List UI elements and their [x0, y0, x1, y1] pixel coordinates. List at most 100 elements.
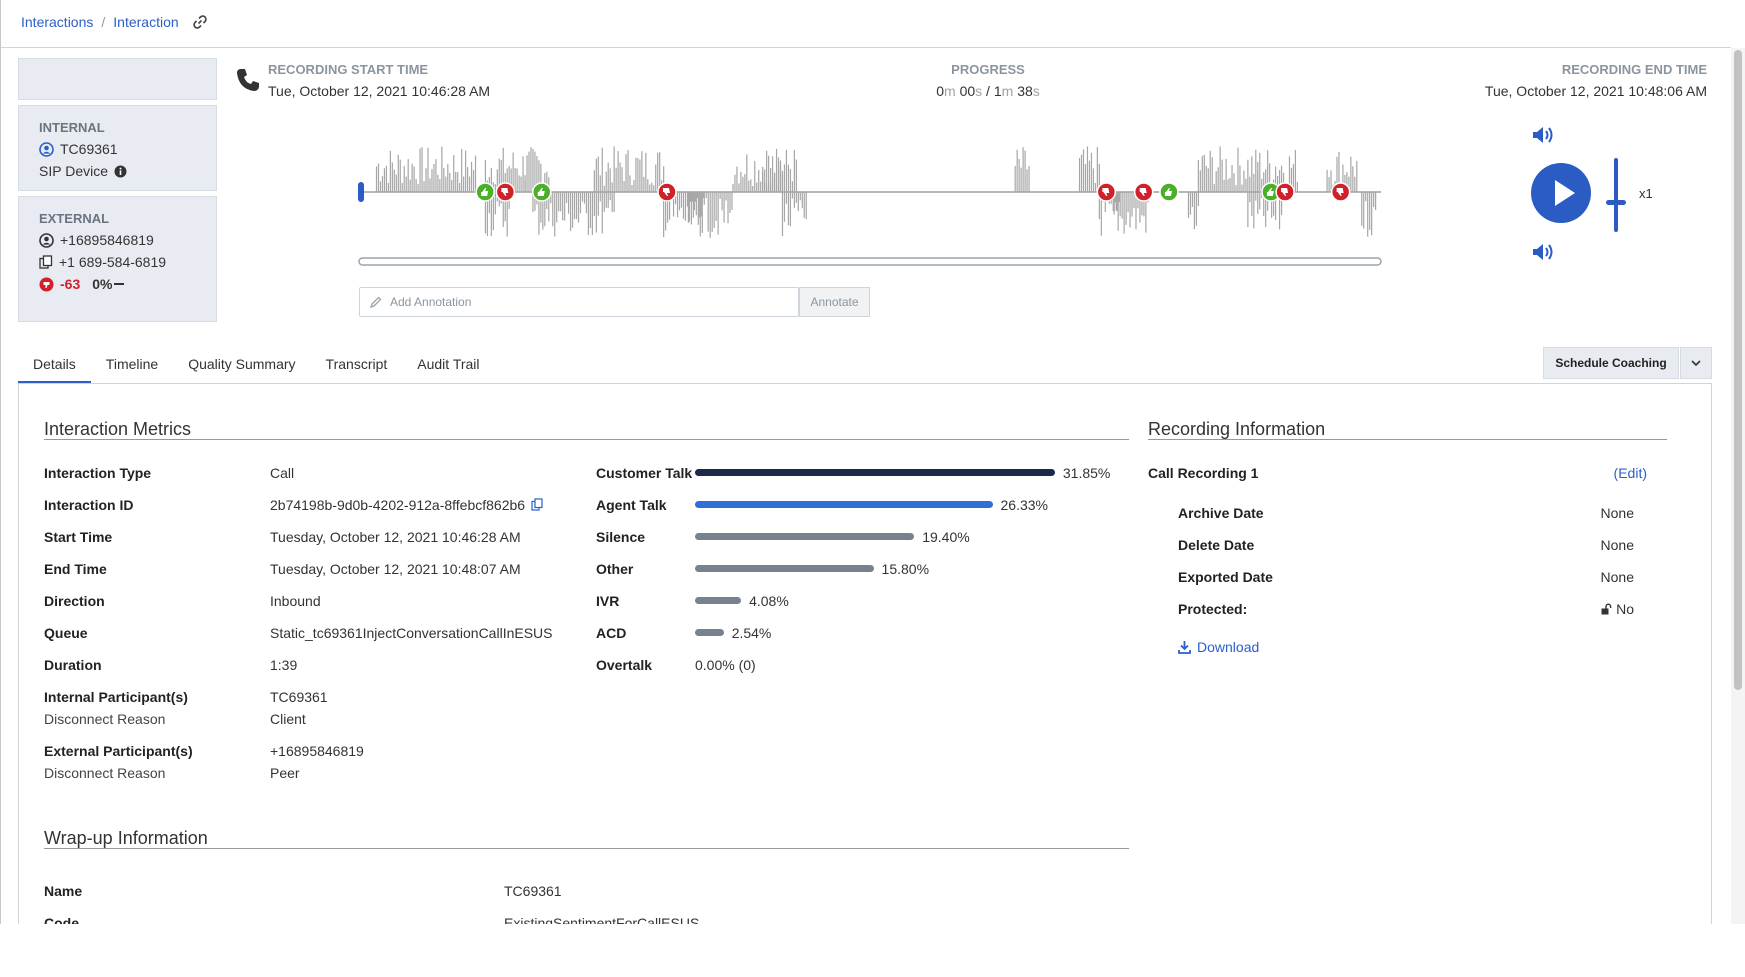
annotation-input[interactable]: Add Annotation	[359, 287, 799, 317]
talk-time-bar	[695, 469, 1055, 476]
positive-sentiment-marker[interactable]	[475, 182, 495, 202]
progress-m-unit: m	[944, 83, 956, 99]
playback-progress-bar[interactable]	[358, 257, 1382, 266]
download-link[interactable]: Download	[1178, 639, 1259, 655]
waveform-sample	[651, 182, 653, 192]
wrapup-label: Name	[44, 883, 83, 899]
bar-label: Customer Talk	[596, 465, 693, 481]
tab-quality-summary[interactable]: Quality Summary	[173, 350, 310, 384]
negative-sentiment-marker[interactable]	[1133, 182, 1154, 202]
recording-end-value: Tue, October 12, 2021 10:48:06 AM	[1484, 83, 1707, 99]
positive-sentiment-marker[interactable]	[531, 182, 552, 202]
waveform-sample	[791, 181, 793, 192]
waveform-sample	[532, 148, 534, 192]
waveform-sample	[631, 185, 633, 192]
waveform-sample	[621, 167, 623, 192]
info-icon[interactable]	[114, 165, 127, 178]
copy-id-icon[interactable]	[531, 498, 544, 511]
overtalk-value: 0.00% (0)	[695, 657, 756, 673]
waveform-sample	[1207, 168, 1209, 192]
bar-percent: 19.40%	[922, 529, 970, 545]
waveform-sample	[1239, 165, 1241, 192]
waveform-sample	[526, 155, 528, 192]
waveform-sample	[721, 192, 723, 211]
wrapup-value: ExistingSentimentForCallESUS	[504, 915, 700, 924]
waveform-sample	[1255, 149, 1257, 192]
recording-info-value: None	[1600, 569, 1634, 585]
negative-sentiment-marker[interactable]	[657, 182, 677, 202]
waveform-sample	[1247, 192, 1249, 228]
agent-volume-icon[interactable]	[1531, 124, 1555, 146]
waveform-sample	[601, 147, 603, 192]
waveform-sample	[699, 192, 701, 237]
talk-time-bar	[695, 629, 724, 636]
waveform-sample	[766, 150, 768, 192]
negative-sentiment-marker[interactable]	[1275, 182, 1295, 202]
tab-audit-trail[interactable]: Audit Trail	[402, 350, 494, 384]
header-divider	[1, 47, 1731, 48]
annotate-button[interactable]: Annotate	[799, 287, 870, 317]
waveform-sample	[1328, 177, 1330, 192]
waveform-sample	[754, 161, 756, 192]
link-icon[interactable]	[192, 15, 207, 29]
positive-sentiment-marker[interactable]	[1159, 182, 1179, 202]
waveform-sample	[401, 182, 403, 192]
page-scrollbar-thumb[interactable]	[1734, 50, 1742, 690]
tab-transcript[interactable]: Transcript	[311, 350, 403, 384]
waveform-sample	[472, 169, 475, 192]
negative-sentiment-marker[interactable]	[1096, 182, 1117, 202]
sentiment-percent: 0%	[92, 276, 113, 292]
tab-details[interactable]: Details	[18, 350, 91, 384]
waveform-sample	[1223, 179, 1225, 192]
waveform-sample	[1235, 185, 1237, 192]
coaching-dropdown-toggle[interactable]	[1680, 347, 1712, 379]
copy-phone-icon[interactable]	[39, 255, 53, 269]
metric-value: Call	[270, 465, 295, 481]
waveform-sample	[756, 182, 758, 192]
waveform-sample	[568, 192, 570, 214]
negative-sentiment-marker[interactable]	[1330, 182, 1351, 202]
interaction-metrics-title: Interaction Metrics	[44, 419, 192, 439]
playhead-handle[interactable]	[358, 182, 364, 202]
schedule-coaching-button[interactable]: Schedule Coaching	[1543, 347, 1679, 379]
audio-waveform[interactable]	[356, 130, 1386, 280]
waveform-sample	[647, 179, 649, 192]
speed-slider[interactable]	[1604, 158, 1628, 232]
customer-volume-icon[interactable]	[1531, 241, 1555, 263]
waveform-sample	[797, 192, 799, 212]
breadcrumb-interaction-link[interactable]: Interaction	[113, 14, 178, 30]
waveform-sample	[611, 192, 613, 213]
waveform-sample	[1080, 154, 1083, 192]
waveform-sample	[607, 192, 609, 208]
waveform-sample	[407, 159, 409, 192]
phone-icon	[237, 69, 259, 91]
tab-timeline[interactable]: Timeline	[91, 350, 173, 384]
waveform-sample	[805, 192, 807, 220]
waveform-sample	[518, 175, 520, 192]
play-button[interactable]	[1531, 163, 1591, 223]
waveform-sample	[1096, 147, 1098, 192]
waveform-sample	[603, 185, 605, 192]
metric-label: Direction	[44, 593, 105, 609]
pencil-icon	[370, 296, 382, 308]
waveform-sample	[695, 192, 697, 216]
negative-sentiment-marker[interactable]	[495, 182, 516, 202]
waveform-sample	[785, 192, 788, 204]
waveform-sample	[385, 165, 388, 192]
waveform-sample	[633, 179, 635, 192]
waveform-sample	[522, 156, 524, 192]
waveform-sample	[734, 174, 736, 192]
progress-current-minutes: 0	[936, 83, 945, 99]
waveform-sample	[599, 175, 601, 192]
waveform-sample	[1125, 192, 1127, 225]
agent-icon	[39, 141, 54, 157]
edit-recording-link[interactable]: (Edit)	[1614, 465, 1647, 481]
waveform-sample	[1189, 192, 1192, 215]
waveform-sample	[423, 181, 425, 192]
waveform-sample	[1233, 173, 1235, 192]
waveform-sample	[1365, 192, 1367, 202]
breadcrumb-interactions-link[interactable]: Interactions	[21, 14, 93, 30]
waveform-sample	[701, 192, 703, 233]
waveform-sample	[599, 192, 601, 202]
waveform-sample	[641, 151, 643, 192]
